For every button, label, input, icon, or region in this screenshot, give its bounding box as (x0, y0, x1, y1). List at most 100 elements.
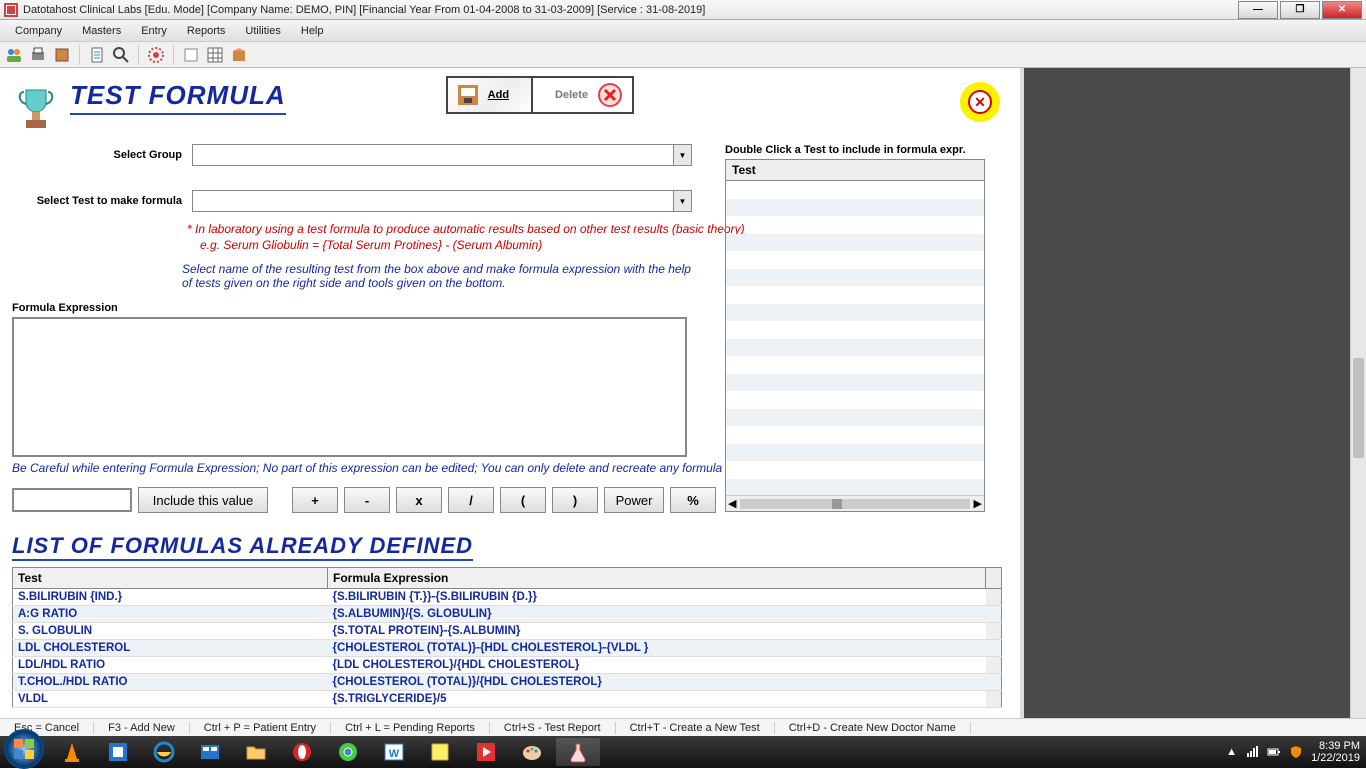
vertical-scrollbar[interactable] (1350, 68, 1366, 718)
chevron-down-icon[interactable]: ▼ (673, 191, 691, 211)
col-test-header[interactable]: Test (13, 568, 328, 589)
value-input[interactable] (12, 488, 132, 512)
cell-expr: {S.ALBUMIN}/{S. GLOBULIN} (328, 606, 986, 623)
window-controls: — ❐ ✕ (1238, 1, 1362, 19)
doc-icon[interactable] (88, 46, 106, 64)
test-list-body[interactable] (726, 181, 984, 495)
test-hscrollbar[interactable]: ◀ ▶ (726, 495, 984, 511)
taskbar-app2-icon[interactable] (188, 738, 232, 766)
help-text-3: Select name of the resulting test from t… (182, 262, 702, 290)
scroll-right-icon[interactable]: ▶ (974, 497, 982, 510)
grid-icon[interactable] (206, 46, 224, 64)
table-row[interactable]: S. GLOBULIN{S.TOTAL PROTEIN}-{S.ALBUMIN} (13, 623, 1002, 640)
taskbar-app1-icon[interactable] (96, 738, 140, 766)
cell-test: VLDL (13, 691, 328, 708)
defined-formulas-table: Test Formula Expression S.BILIRUBIN {IND… (12, 567, 1002, 708)
close-panel-button[interactable]: ✕ (960, 82, 1000, 122)
cell-expr: {CHOLESTEROL (TOTAL)}/{HDL CHOLESTEROL} (328, 674, 986, 691)
package-icon[interactable] (230, 46, 248, 64)
table-row[interactable]: VLDL{S.TRIGLYCERIDE}/5 (13, 691, 1002, 708)
note-icon[interactable] (182, 46, 200, 64)
maximize-button[interactable]: ❐ (1280, 1, 1320, 19)
table-row[interactable]: A:G RATIO{S.ALBUMIN}/{S. GLOBULIN} (13, 606, 1002, 623)
taskbar-explorer-icon[interactable] (234, 738, 278, 766)
power-button[interactable]: Power (604, 487, 664, 513)
select-test-dropdown[interactable]: ▼ (192, 190, 692, 212)
taskbar-notes-icon[interactable] (418, 738, 462, 766)
chevron-down-icon[interactable]: ▼ (673, 145, 691, 165)
cell-test: S. GLOBULIN (13, 623, 328, 640)
menu-company[interactable]: Company (5, 22, 72, 40)
minus-button[interactable]: - (344, 487, 390, 513)
delete-button[interactable]: Delete (533, 78, 632, 112)
multiply-button[interactable]: x (396, 487, 442, 513)
gear-icon[interactable] (147, 46, 165, 64)
add-delete-bar: Add Delete (446, 76, 634, 114)
taskbar-labapp-icon[interactable] (556, 738, 600, 766)
cell-expr: {S.TOTAL PROTEIN}-{S.ALBUMIN} (328, 623, 986, 640)
col-scroll (986, 568, 1002, 589)
start-button[interactable] (4, 729, 44, 769)
users-icon[interactable] (5, 46, 23, 64)
menu-utilities[interactable]: Utilities (235, 22, 290, 40)
menu-reports[interactable]: Reports (177, 22, 236, 40)
window-close-button[interactable]: ✕ (1322, 1, 1362, 19)
select-group-dropdown[interactable]: ▼ (192, 144, 692, 166)
status-ctrll[interactable]: Ctrl + L = Pending Reports (331, 722, 490, 734)
search-icon[interactable] (112, 46, 130, 64)
taskbar-opera-icon[interactable] (280, 738, 324, 766)
plus-button[interactable]: + (292, 487, 338, 513)
menu-help[interactable]: Help (291, 22, 334, 40)
status-ctrls[interactable]: Ctrl+S - Test Report (490, 722, 616, 734)
status-ctrlt[interactable]: Ctrl+T - Create a New Test (616, 722, 775, 734)
tray-up-icon[interactable]: ▲ (1226, 746, 1237, 758)
cell-scroll (986, 623, 1002, 640)
print-icon[interactable] (29, 46, 47, 64)
save-icon (458, 85, 478, 105)
taskbar-app3-icon[interactable] (464, 738, 508, 766)
table-row[interactable]: S.BILIRUBIN {IND.}{S.BILIRUBIN {T.}}-{S.… (13, 589, 1002, 606)
test-column-header[interactable]: Test (726, 160, 984, 181)
tray-wifi-icon[interactable] (1245, 745, 1259, 759)
window-titlebar: Datotahost Clinical Labs [Edu. Mode] [Co… (0, 0, 1366, 20)
app-icon (4, 3, 18, 17)
table-row[interactable]: LDL/HDL RATIO{LDL CHOLESTEROL}/{HDL CHOL… (13, 657, 1002, 674)
cell-scroll (986, 589, 1002, 606)
cell-scroll (986, 674, 1002, 691)
taskbar-paint-icon[interactable] (510, 738, 554, 766)
window-title: Datotahost Clinical Labs [Edu. Mode] [Co… (23, 4, 1238, 16)
taskbar-ie-icon[interactable] (142, 738, 186, 766)
include-value-button[interactable]: Include this value (138, 487, 268, 513)
menu-entry[interactable]: Entry (131, 22, 177, 40)
formula-expression-input[interactable] (12, 317, 687, 457)
status-bar: Esc = Cancel F3 - Add New Ctrl + P = Pat… (0, 718, 1366, 736)
cell-expr: {LDL CHOLESTEROL}/{HDL CHOLESTEROL} (328, 657, 986, 674)
scroll-left-icon[interactable]: ◀ (728, 497, 736, 510)
toolbar-separator (79, 45, 80, 65)
divide-button[interactable]: / (448, 487, 494, 513)
export-icon[interactable] (53, 46, 71, 64)
minimize-button[interactable]: — (1238, 1, 1278, 19)
toolbar (0, 42, 1366, 68)
tray-shield-icon[interactable] (1289, 745, 1303, 759)
table-row[interactable]: LDL CHOLESTEROL{CHOLESTEROL (TOTAL)}-{HD… (13, 640, 1002, 657)
select-test-label: Select Test to make formula (12, 195, 192, 207)
lparen-button[interactable]: ( (500, 487, 546, 513)
taskbar-vlc-icon[interactable] (50, 738, 94, 766)
tray-clock[interactable]: 8:39 PM 1/22/2019 (1311, 740, 1360, 764)
status-ctrlp[interactable]: Ctrl + P = Patient Entry (190, 722, 331, 734)
status-f3[interactable]: F3 - Add New (94, 722, 190, 734)
tray-battery-icon[interactable] (1267, 745, 1281, 759)
table-row[interactable]: T.CHOL./HDL RATIO{CHOLESTEROL (TOTAL)}/{… (13, 674, 1002, 691)
status-ctrld[interactable]: Ctrl+D - Create New Doctor Name (775, 722, 971, 734)
add-label: Add (488, 89, 509, 101)
rparen-button[interactable]: ) (552, 487, 598, 513)
taskbar-chrome-icon[interactable] (326, 738, 370, 766)
menu-masters[interactable]: Masters (72, 22, 131, 40)
col-expr-header[interactable]: Formula Expression (328, 568, 986, 589)
cell-scroll (986, 640, 1002, 657)
percent-button[interactable]: % (670, 487, 716, 513)
taskbar-word-icon[interactable]: W (372, 738, 416, 766)
x-icon (598, 83, 622, 107)
add-button[interactable]: Add (448, 78, 533, 112)
